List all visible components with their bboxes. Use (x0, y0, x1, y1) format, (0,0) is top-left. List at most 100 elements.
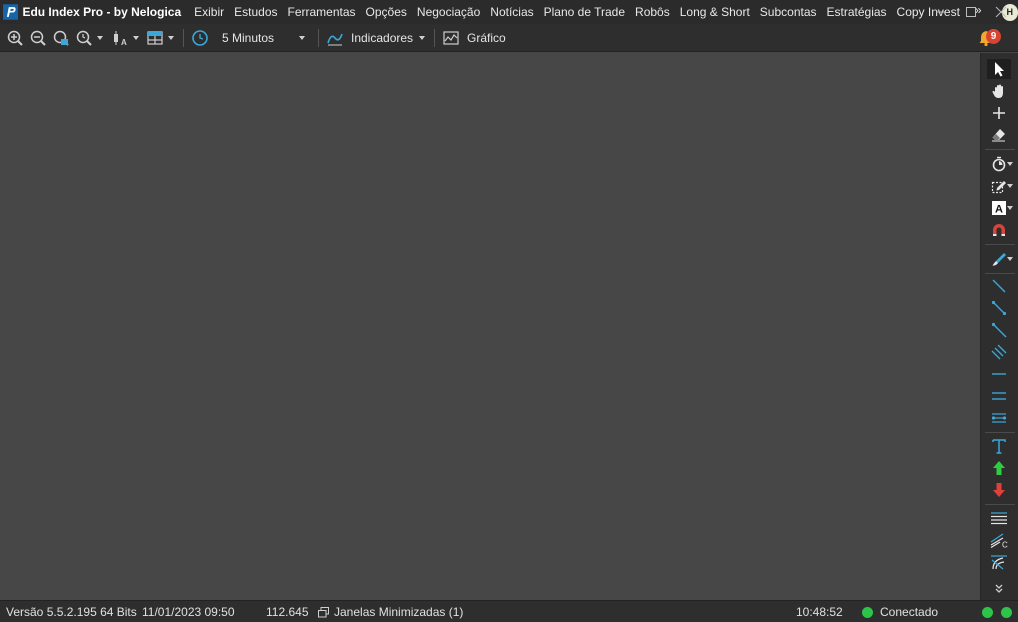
gann-fan-icon (991, 555, 1007, 570)
toolbar-divider (434, 28, 436, 47)
pointer-tool[interactable] (987, 59, 1011, 79)
chevron-down-icon[interactable] (97, 35, 103, 40)
eraser-tool[interactable] (987, 125, 1011, 145)
menu-robos[interactable]: Robôs (630, 0, 675, 24)
minimize-button[interactable] (926, 0, 956, 24)
menu-estrategias[interactable]: Estratégias (822, 0, 892, 24)
arrow-down-tool[interactable] (987, 480, 1011, 500)
chart-type-icon-wrap[interactable] (441, 28, 461, 48)
ray-line-icon (991, 322, 1007, 338)
datetime-label: 11/01/2023 09:50 (142, 605, 235, 619)
menu-subcontas[interactable]: Subcontas (755, 0, 822, 24)
edit-shape-icon (991, 181, 1006, 194)
toolbar-divider (183, 28, 184, 47)
expand-tools-button[interactable] (987, 581, 1011, 597)
indicators-icon-wrap[interactable] (325, 28, 345, 48)
horizontal-line-icon (992, 373, 1006, 375)
segment-line-icon (991, 300, 1007, 316)
minimized-windows-button[interactable]: Janelas Minimizadas (1) (334, 601, 463, 622)
crosshair-tool[interactable] (987, 103, 1011, 123)
chevron-down-icon[interactable] (1007, 206, 1013, 210)
notification-count-badge: 9 (986, 29, 1001, 44)
chevron-down-icon[interactable] (299, 35, 305, 40)
crosshair-icon (993, 107, 1005, 119)
indicators-icon (327, 33, 343, 45)
menu-estudos[interactable]: Estudos (229, 0, 282, 24)
fibonacci-fan-icon: C (990, 533, 1008, 548)
chevron-down-icon[interactable] (1007, 257, 1013, 261)
maximize-button[interactable] (956, 0, 986, 24)
parallel-channel-tool[interactable] (987, 342, 1011, 362)
app-title: Edu Index Pro - by Nelogica (22, 5, 182, 19)
horizontal-line-tool[interactable] (987, 364, 1011, 384)
gann-fan-tool[interactable] (987, 552, 1011, 572)
brush-icon (992, 253, 1006, 266)
zoom-history-button[interactable] (74, 28, 94, 48)
fibonacci-levels-icon (991, 512, 1007, 525)
range-line-tool[interactable] (987, 408, 1011, 428)
zoom-out-button[interactable] (28, 28, 48, 48)
chevron-double-down-icon (995, 584, 1003, 593)
timeframe-clock-button[interactable] (190, 28, 210, 48)
chart-line-icon (443, 30, 459, 45)
chevron-down-icon[interactable] (1007, 184, 1013, 188)
title-bar: Edu Index Pro - by Nelogica Exibir Estud… (0, 0, 1018, 24)
chart-canvas[interactable] (0, 53, 980, 600)
menu-opcoes[interactable]: Opções (361, 0, 412, 24)
menu-negociacao[interactable]: Negociação (412, 0, 485, 24)
chart-button[interactable]: Gráfico (467, 31, 506, 45)
parallel-lines-icon (991, 344, 1007, 360)
clock-icon (192, 29, 208, 46)
timeframe-select[interactable]: 5 Minutos (222, 31, 296, 45)
close-icon (995, 6, 1007, 18)
menu-exibir[interactable]: Exibir (189, 0, 229, 24)
value-label: 112.645 (266, 605, 309, 619)
chevron-down-icon[interactable] (1007, 162, 1013, 166)
trend-line-tool[interactable] (987, 276, 1011, 296)
fibonacci-levels-tool[interactable] (987, 508, 1011, 528)
fibonacci-fan-tool[interactable]: C (987, 530, 1011, 550)
range-line-icon (991, 413, 1007, 423)
tools-divider (985, 244, 1015, 245)
menu-long-short[interactable]: Long & Short (675, 0, 755, 24)
close-button[interactable] (986, 0, 1016, 24)
zoom-history-icon (76, 30, 92, 46)
zoom-fit-button[interactable] (51, 28, 71, 48)
candle-style-button[interactable]: A (110, 28, 130, 48)
hand-icon (992, 84, 1003, 98)
eraser-icon (992, 129, 1005, 142)
minimize-icon (936, 11, 946, 13)
menu-plano-de-trade[interactable]: Plano de Trade (539, 0, 630, 24)
layout-button[interactable] (145, 28, 165, 48)
ray-tool[interactable] (987, 320, 1011, 340)
arrow-down-icon (993, 483, 1005, 497)
magnet-tool[interactable] (987, 220, 1011, 240)
svg-text:A: A (995, 204, 1003, 216)
connection-status-label: Conectado (880, 605, 939, 619)
trend-line-icon (992, 279, 1006, 293)
clock-label: 10:48:52 (796, 605, 843, 619)
toolbar-divider (318, 28, 319, 47)
zoom-in-button[interactable] (5, 28, 25, 48)
tools-divider (985, 273, 1015, 274)
pan-tool[interactable] (987, 81, 1011, 101)
double-horizontal-icon (992, 392, 1006, 400)
menu-noticias[interactable]: Notícias (485, 0, 538, 24)
segment-tool[interactable] (987, 298, 1011, 318)
text-tool[interactable] (987, 436, 1011, 456)
zoom-out-icon (30, 30, 46, 46)
indicators-button[interactable]: Indicadores (351, 31, 413, 45)
chevron-down-icon[interactable] (168, 35, 174, 40)
chevron-down-icon[interactable] (133, 35, 139, 40)
notifications-button[interactable]: 9 (978, 27, 1004, 47)
horizontal-channel-tool[interactable] (987, 386, 1011, 406)
layout-grid-icon (147, 30, 163, 45)
menu-ferramentas[interactable]: Ferramentas (283, 0, 361, 24)
chevron-down-icon[interactable] (419, 35, 426, 40)
arrow-up-tool[interactable] (987, 458, 1011, 478)
magnet-icon (993, 224, 1005, 236)
cursor-arrow-icon (995, 62, 1004, 77)
zoom-in-icon (7, 30, 23, 46)
svg-text:A: A (121, 38, 127, 47)
app-window: Edu Index Pro - by Nelogica Exibir Estud… (0, 0, 1018, 622)
